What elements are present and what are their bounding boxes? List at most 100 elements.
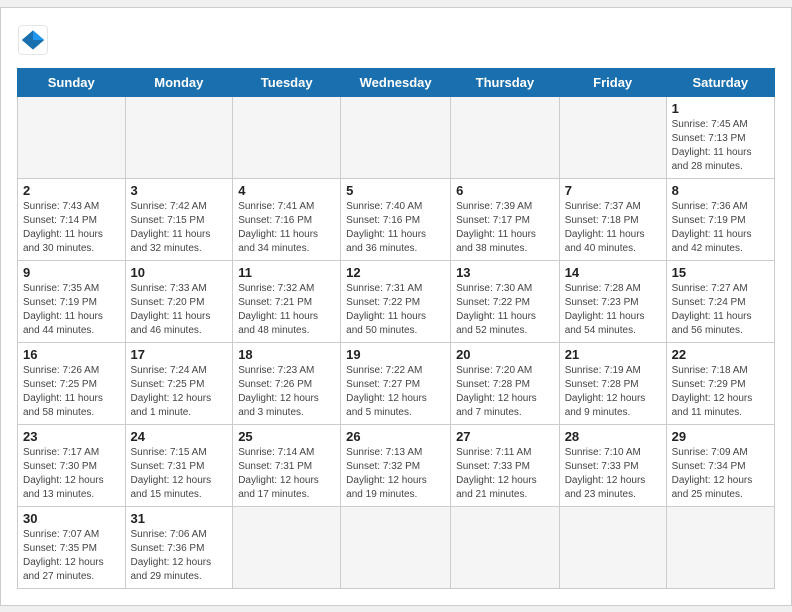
day-number: 16 [23, 347, 120, 362]
calendar-cell [451, 506, 560, 588]
day-header-sunday: Sunday [18, 68, 126, 96]
calendar-cell: 30 Sunrise: 7:07 AM Sunset: 7:35 PM Dayli… [18, 506, 126, 588]
day-number: 31 [131, 511, 228, 526]
day-info: Sunrise: 7:11 AM Sunset: 7:33 PM Dayligh… [456, 446, 554, 502]
day-info: Sunrise: 7:22 AM Sunset: 7:27 PM Dayligh… [346, 364, 445, 420]
day-info: Sunrise: 7:23 AM Sunset: 7:26 PM Dayligh… [238, 364, 335, 420]
day-info: Sunrise: 7:43 AM Sunset: 7:14 PM Dayligh… [23, 200, 120, 256]
day-info: Sunrise: 7:28 AM Sunset: 7:23 PM Dayligh… [565, 282, 661, 338]
calendar-cell: 15 Sunrise: 7:27 AM Sunset: 7:24 PM Dayli… [666, 260, 774, 342]
calendar-cell: 21 Sunrise: 7:19 AM Sunset: 7:28 PM Dayli… [559, 342, 666, 424]
day-number: 18 [238, 347, 335, 362]
calendar-cell [559, 506, 666, 588]
calendar-cell: 23Sunrise: 7:17 AM Sunset: 7:30 PM Dayli… [18, 424, 126, 506]
day-info: Sunrise: 7:41 AM Sunset: 7:16 PM Dayligh… [238, 200, 335, 256]
day-number: 3 [131, 183, 228, 198]
calendar-container: SundayMondayTuesdayWednesdayThursdayFrid… [0, 7, 792, 606]
calendar-cell: 6Sunrise: 7:39 AM Sunset: 7:17 PM Daylig… [451, 178, 560, 260]
day-number: 26 [346, 429, 445, 444]
calendar-cell: 20 Sunrise: 7:20 AM Sunset: 7:28 PM Dayli… [451, 342, 560, 424]
day-number: 7 [565, 183, 661, 198]
day-header-wednesday: Wednesday [341, 68, 451, 96]
day-number: 8 [672, 183, 769, 198]
day-number: 24 [131, 429, 228, 444]
day-number: 25 [238, 429, 335, 444]
day-number: 2 [23, 183, 120, 198]
calendar-cell: 16 Sunrise: 7:26 AM Sunset: 7:25 PM Dayli… [18, 342, 126, 424]
calendar-cell: 19Sunrise: 7:22 AM Sunset: 7:27 PM Dayli… [341, 342, 451, 424]
calendar-cell: 24 Sunrise: 7:15 AM Sunset: 7:31 PM Dayli… [125, 424, 233, 506]
day-header-thursday: Thursday [451, 68, 560, 96]
calendar-cell [233, 96, 341, 178]
day-number: 4 [238, 183, 335, 198]
day-header-saturday: Saturday [666, 68, 774, 96]
header-row: SundayMondayTuesdayWednesdayThursdayFrid… [18, 68, 775, 96]
week-row-0: 1 Sunrise: 7:45 AM Sunset: 7:13 PM Daylig… [18, 96, 775, 178]
day-info: Sunrise: 7:27 AM Sunset: 7:24 PM Dayligh… [672, 282, 769, 338]
calendar-cell: 29 Sunrise: 7:09 AM Sunset: 7:34 PM Dayli… [666, 424, 774, 506]
day-info: Sunrise: 7:26 AM Sunset: 7:25 PM Dayligh… [23, 364, 120, 420]
calendar-cell: 27 Sunrise: 7:11 AM Sunset: 7:33 PM Dayli… [451, 424, 560, 506]
calendar-cell: 10Sunrise: 7:33 AM Sunset: 7:20 PM Dayli… [125, 260, 233, 342]
day-number: 9 [23, 265, 120, 280]
calendar-cell: 4 Sunrise: 7:41 AM Sunset: 7:16 PM Daylig… [233, 178, 341, 260]
logo-icon [17, 24, 49, 56]
day-number: 28 [565, 429, 661, 444]
calendar-cell [341, 96, 451, 178]
day-number: 27 [456, 429, 554, 444]
calendar-cell: 26Sunrise: 7:13 AM Sunset: 7:32 PM Dayli… [341, 424, 451, 506]
day-info: Sunrise: 7:07 AM Sunset: 7:35 PM Dayligh… [23, 528, 120, 584]
day-info: Sunrise: 7:14 AM Sunset: 7:31 PM Dayligh… [238, 446, 335, 502]
day-number: 6 [456, 183, 554, 198]
calendar-cell [233, 506, 341, 588]
calendar-cell: 5Sunrise: 7:40 AM Sunset: 7:16 PM Daylig… [341, 178, 451, 260]
day-info: Sunrise: 7:40 AM Sunset: 7:16 PM Dayligh… [346, 200, 445, 256]
day-number: 14 [565, 265, 661, 280]
day-info: Sunrise: 7:10 AM Sunset: 7:33 PM Dayligh… [565, 446, 661, 502]
header [17, 24, 775, 56]
day-info: Sunrise: 7:32 AM Sunset: 7:21 PM Dayligh… [238, 282, 335, 338]
day-info: Sunrise: 7:15 AM Sunset: 7:31 PM Dayligh… [131, 446, 228, 502]
calendar-cell [125, 96, 233, 178]
day-number: 21 [565, 347, 661, 362]
calendar-cell: 18 Sunrise: 7:23 AM Sunset: 7:26 PM Dayli… [233, 342, 341, 424]
calendar-table: SundayMondayTuesdayWednesdayThursdayFrid… [17, 68, 775, 589]
calendar-cell: 1 Sunrise: 7:45 AM Sunset: 7:13 PM Daylig… [666, 96, 774, 178]
calendar-cell: 14 Sunrise: 7:28 AM Sunset: 7:23 PM Dayli… [559, 260, 666, 342]
day-info: Sunrise: 7:24 AM Sunset: 7:25 PM Dayligh… [131, 364, 228, 420]
day-number: 20 [456, 347, 554, 362]
calendar-cell: 31 Sunrise: 7:06 AM Sunset: 7:36 PM Dayli… [125, 506, 233, 588]
day-number: 29 [672, 429, 769, 444]
day-info: Sunrise: 7:09 AM Sunset: 7:34 PM Dayligh… [672, 446, 769, 502]
day-number: 22 [672, 347, 769, 362]
day-info: Sunrise: 7:45 AM Sunset: 7:13 PM Dayligh… [672, 118, 769, 174]
day-number: 15 [672, 265, 769, 280]
day-info: Sunrise: 7:18 AM Sunset: 7:29 PM Dayligh… [672, 364, 769, 420]
day-info: Sunrise: 7:20 AM Sunset: 7:28 PM Dayligh… [456, 364, 554, 420]
calendar-cell: 9Sunrise: 7:35 AM Sunset: 7:19 PM Daylig… [18, 260, 126, 342]
week-row-1: 2 Sunrise: 7:43 AM Sunset: 7:14 PM Daylig… [18, 178, 775, 260]
week-row-3: 16 Sunrise: 7:26 AM Sunset: 7:25 PM Dayli… [18, 342, 775, 424]
day-number: 10 [131, 265, 228, 280]
calendar-cell: 17Sunrise: 7:24 AM Sunset: 7:25 PM Dayli… [125, 342, 233, 424]
calendar-cell: 8 Sunrise: 7:36 AM Sunset: 7:19 PM Daylig… [666, 178, 774, 260]
day-info: Sunrise: 7:30 AM Sunset: 7:22 PM Dayligh… [456, 282, 554, 338]
logo [17, 24, 53, 56]
day-info: Sunrise: 7:19 AM Sunset: 7:28 PM Dayligh… [565, 364, 661, 420]
calendar-cell: 2 Sunrise: 7:43 AM Sunset: 7:14 PM Daylig… [18, 178, 126, 260]
calendar-cell [451, 96, 560, 178]
calendar-cell: 3 Sunrise: 7:42 AM Sunset: 7:15 PM Daylig… [125, 178, 233, 260]
day-info: Sunrise: 7:36 AM Sunset: 7:19 PM Dayligh… [672, 200, 769, 256]
week-row-2: 9Sunrise: 7:35 AM Sunset: 7:19 PM Daylig… [18, 260, 775, 342]
calendar-cell: 7Sunrise: 7:37 AM Sunset: 7:18 PM Daylig… [559, 178, 666, 260]
day-number: 13 [456, 265, 554, 280]
calendar-cell: 13 Sunrise: 7:30 AM Sunset: 7:22 PM Dayli… [451, 260, 560, 342]
day-info: Sunrise: 7:42 AM Sunset: 7:15 PM Dayligh… [131, 200, 228, 256]
day-number: 30 [23, 511, 120, 526]
day-number: 11 [238, 265, 335, 280]
calendar-cell: 28 Sunrise: 7:10 AM Sunset: 7:33 PM Dayli… [559, 424, 666, 506]
day-number: 1 [672, 101, 769, 116]
day-info: Sunrise: 7:06 AM Sunset: 7:36 PM Dayligh… [131, 528, 228, 584]
day-info: Sunrise: 7:31 AM Sunset: 7:22 PM Dayligh… [346, 282, 445, 338]
day-info: Sunrise: 7:17 AM Sunset: 7:30 PM Dayligh… [23, 446, 120, 502]
